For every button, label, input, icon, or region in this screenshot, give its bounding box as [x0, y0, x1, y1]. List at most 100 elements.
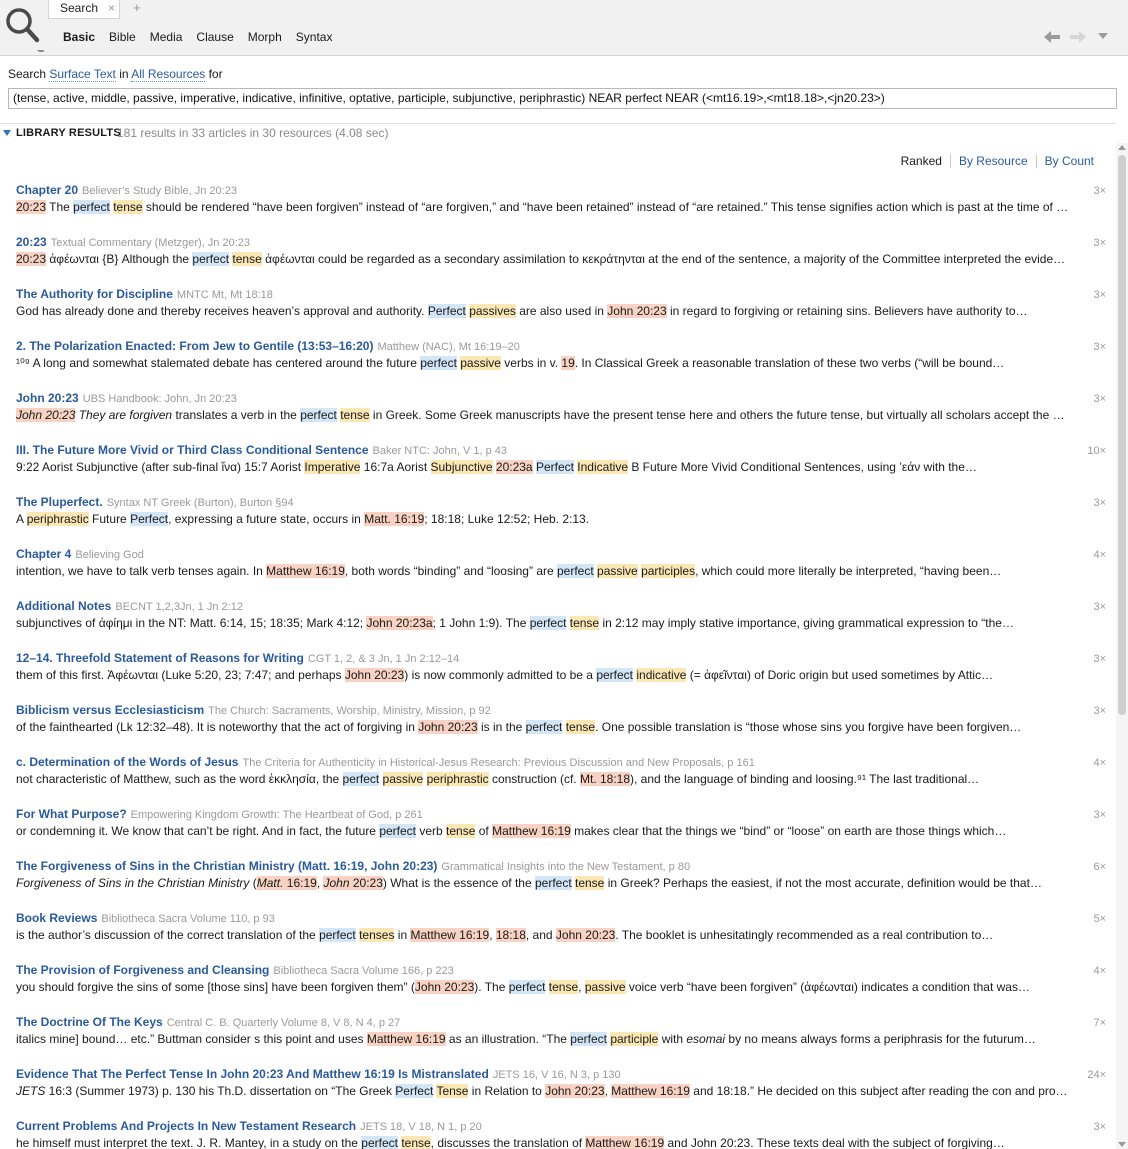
- result-snippet: Forgiveness of Sins in the Christian Min…: [16, 876, 1071, 893]
- result-item[interactable]: Chapter 20 Believer’s Study Bible, Jn 20:…: [16, 183, 1106, 235]
- tab-morph[interactable]: Morph: [248, 30, 282, 48]
- match-reference[interactable]: John 20:23: [607, 304, 667, 318]
- result-item[interactable]: 2. The Polarization Enacted: From Jew to…: [16, 339, 1106, 391]
- forward-arrow-icon[interactable]: [1070, 30, 1088, 44]
- result-item[interactable]: Chapter 4 Believing God intention, we have…: [16, 547, 1106, 599]
- match-reference[interactable]: 20:23a: [495, 460, 533, 474]
- match-form: tenses: [359, 928, 395, 942]
- match-reference[interactable]: Matthew 16:19: [266, 564, 345, 578]
- result-title-link[interactable]: Current Problems And Projects In New Tes…: [16, 1119, 356, 1133]
- result-title-link[interactable]: The Doctrine Of The Keys: [16, 1015, 163, 1029]
- match-reference[interactable]: 20:23: [16, 252, 47, 266]
- result-snippet: not characteristic of Matthew, such as t…: [16, 772, 1071, 789]
- result-heading: III. The Future More Vivid or Third Clas…: [16, 443, 1106, 459]
- match-reference[interactable]: 18:18: [495, 928, 526, 942]
- result-title-link[interactable]: The Pluperfect.: [16, 495, 103, 509]
- result-title-link[interactable]: For What Purpose?: [16, 807, 127, 821]
- result-title-link[interactable]: Biblicism versus Ecclesiasticism: [16, 703, 204, 717]
- result-title-link[interactable]: c. Determination of the Words of Jesus: [16, 755, 238, 769]
- match-reference[interactable]: John 20:23: [414, 980, 475, 994]
- match-reference[interactable]: 20:23: [16, 200, 47, 214]
- match-reference[interactable]: Mt. 18:18: [579, 772, 631, 786]
- scroll-up-icon[interactable]: [1118, 145, 1126, 150]
- hit-count: 24×: [1087, 1069, 1106, 1081]
- snippet-text: and John 20:23. These texts deal with th…: [664, 1136, 1005, 1149]
- result-title-link[interactable]: 2. The Polarization Enacted: From Jew to…: [16, 339, 373, 353]
- collapse-triangle-icon[interactable]: [3, 130, 11, 136]
- match-reference[interactable]: Matthew 16:19: [585, 1136, 665, 1149]
- library-results-title: LIBRARY RESULTS: [16, 127, 121, 139]
- tab-clause[interactable]: Clause: [196, 30, 233, 48]
- result-title-link[interactable]: III. The Future More Vivid or Third Clas…: [16, 443, 369, 457]
- result-item[interactable]: The Doctrine Of The Keys Central C. B. Qu…: [16, 1015, 1106, 1067]
- result-title-link[interactable]: Chapter 4: [16, 547, 71, 561]
- match-reference[interactable]: 19: [561, 356, 575, 370]
- result-item[interactable]: Biblicism versus Ecclesiasticism The Chur…: [16, 703, 1106, 755]
- back-arrow-icon[interactable]: [1044, 30, 1062, 44]
- match-reference[interactable]: John 20:23: [555, 928, 616, 942]
- result-title-link[interactable]: The Provision of Forgiveness and Cleansi…: [16, 963, 269, 977]
- sort-ranked[interactable]: Ranked: [893, 154, 950, 168]
- result-title-link[interactable]: Chapter 20: [16, 183, 78, 197]
- search-field-dropdown[interactable]: Surface Text: [49, 67, 116, 82]
- result-title-link[interactable]: John 20:23: [16, 391, 79, 405]
- scroll-down-icon[interactable]: [1118, 1142, 1126, 1147]
- sort-by-resource[interactable]: By Resource: [949, 154, 1036, 168]
- chevron-down-icon[interactable]: [1097, 30, 1109, 42]
- tab-bible[interactable]: Bible: [109, 30, 136, 48]
- result-title-link[interactable]: 12–14. Threefold Statement of Reasons fo…: [16, 651, 304, 665]
- search-panel-icon[interactable]: [4, 4, 44, 52]
- match-reference[interactable]: Matthew 16:19: [410, 928, 490, 942]
- result-title-link[interactable]: 20:23: [16, 235, 47, 249]
- search-scope-dropdown[interactable]: All Resources: [131, 67, 206, 82]
- match-reference[interactable]: Matthew 16:19: [611, 1084, 690, 1098]
- result-title-link[interactable]: Additional Notes: [16, 599, 111, 613]
- result-item[interactable]: Current Problems And Projects In New Tes…: [16, 1119, 1106, 1149]
- match-reference[interactable]: John 20:23: [344, 668, 405, 682]
- match-reference[interactable]: Matthew 16:19: [366, 1032, 446, 1046]
- add-tab-icon[interactable]: +: [133, 0, 141, 15]
- result-item[interactable]: The Provision of Forgiveness and Cleansi…: [16, 963, 1106, 1015]
- tab-basic[interactable]: Basic: [63, 30, 95, 48]
- match-reference[interactable]: John 20:23: [16, 408, 76, 422]
- library-results-header[interactable]: LIBRARY RESULTS 181 results in 33 articl…: [0, 123, 1116, 143]
- result-item[interactable]: Book Reviews Bibliotheca Sacra Volume 110…: [16, 911, 1106, 963]
- result-snippet: you should forgive the sins of some [tho…: [16, 980, 1071, 997]
- match-reference[interactable]: John 20:23a: [366, 616, 433, 630]
- result-item[interactable]: The Authority for Discipline MNTC Mt, Mt …: [16, 287, 1106, 339]
- result-title-link[interactable]: The Authority for Discipline: [16, 287, 173, 301]
- result-item[interactable]: The Pluperfect. Syntax NT Greek (Burton),…: [16, 495, 1106, 547]
- match-reference[interactable]: John 20:23: [418, 720, 478, 734]
- result-item[interactable]: 12–14. Threefold Statement of Reasons fo…: [16, 651, 1106, 703]
- search-input[interactable]: (tense, active, middle, passive, imperat…: [8, 88, 1117, 109]
- result-item[interactable]: c. Determination of the Words of Jesus Th…: [16, 755, 1106, 807]
- match-reference[interactable]: 16:19: [283, 876, 317, 890]
- result-source: JETS 18, V 18, N 1, p 20: [360, 1121, 482, 1133]
- result-snippet: or condemning it. We know that can’t be …: [16, 824, 1071, 841]
- result-title-link[interactable]: Book Reviews: [16, 911, 97, 925]
- scrollbar-thumb[interactable]: [1118, 155, 1126, 715]
- result-item[interactable]: Additional Notes BECNT 1,2,3Jn, 1 Jn 2:12…: [16, 599, 1106, 651]
- match-reference[interactable]: Matt. 16:19: [364, 512, 425, 526]
- result-item[interactable]: 20:23 Textual Commentary (Metzger), Jn 20…: [16, 235, 1106, 287]
- result-title-link[interactable]: The Forgiveness of Sins in the Christian…: [16, 859, 437, 873]
- snippet-text: . One possible translation is “those who…: [595, 720, 1022, 734]
- result-item[interactable]: The Forgiveness of Sins in the Christian…: [16, 859, 1106, 911]
- tab-syntax[interactable]: Syntax: [296, 30, 333, 48]
- match-reference[interactable]: Matt.: [256, 876, 284, 890]
- sort-by-count[interactable]: By Count: [1035, 154, 1102, 168]
- match-reference[interactable]: 20:23: [349, 876, 383, 890]
- snippet-text: ; 18:18; Luke 12:52; Heb. 2:13.: [424, 512, 590, 526]
- close-icon[interactable]: ×: [108, 1, 115, 15]
- tab-media[interactable]: Media: [150, 30, 183, 48]
- match-reference[interactable]: John 20:23: [545, 1084, 605, 1098]
- result-item[interactable]: Evidence That The Perfect Tense In John …: [16, 1067, 1106, 1119]
- result-title-link[interactable]: Evidence That The Perfect Tense In John …: [16, 1067, 489, 1081]
- match-reference[interactable]: John: [323, 876, 350, 890]
- result-heading: Chapter 4 Believing God: [16, 547, 1106, 563]
- match-reference[interactable]: Matthew 16:19: [492, 824, 571, 838]
- scrollbar[interactable]: [1116, 143, 1128, 1149]
- result-item[interactable]: III. The Future More Vivid or Third Clas…: [16, 443, 1106, 495]
- result-item[interactable]: John 20:23 UBS Handbook: John, Jn 20:23 Jo…: [16, 391, 1106, 443]
- result-item[interactable]: For What Purpose? Empowering Kingdom Grow…: [16, 807, 1106, 859]
